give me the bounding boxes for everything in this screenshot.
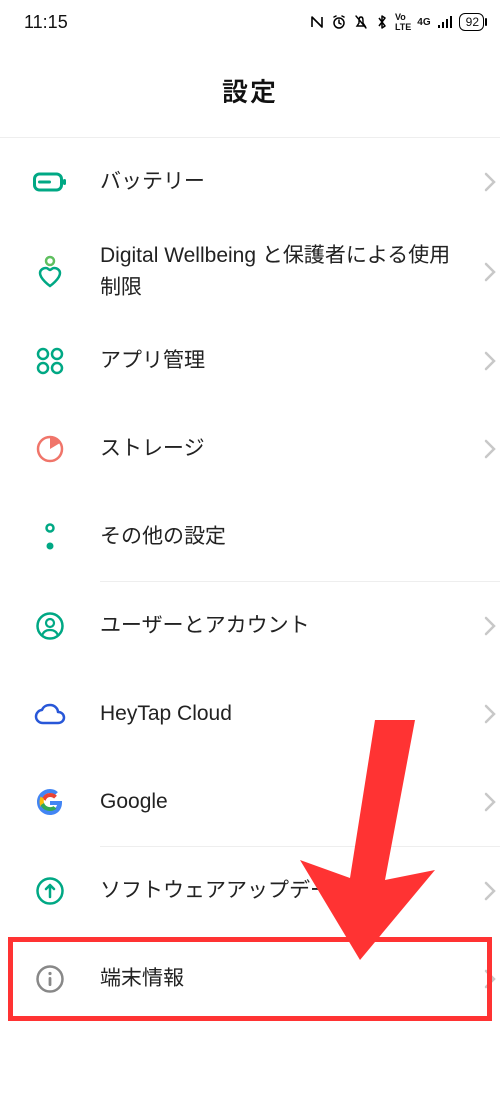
google-icon <box>36 788 64 816</box>
status-bar: 11:15 VoLTE 4G 92 <box>0 0 500 44</box>
signal-icon <box>437 15 453 29</box>
info-icon <box>35 964 65 994</box>
settings-item-app-management[interactable]: アプリ管理 <box>0 317 500 405</box>
chevron-right-icon <box>472 431 500 467</box>
settings-item-about-phone-wrapper: 端末情報 <box>0 935 500 1023</box>
settings-item-digital-wellbeing[interactable]: Digital Wellbeing と保護者による使用制限 <box>0 226 500 317</box>
chevron-right-icon <box>472 343 500 379</box>
settings-item-label: ソフトウェアアップデート <box>100 875 500 907</box>
battery-indicator: 92 <box>459 13 484 31</box>
settings-list: バッテリー Digital Wellbeing と保護者による使用制限 アプリ管… <box>0 138 500 1023</box>
status-time: 11:15 <box>24 12 68 33</box>
settings-item-label: Google <box>100 786 500 818</box>
chevron-right-icon <box>472 961 500 997</box>
chevron-right-icon <box>472 608 500 644</box>
settings-item-battery[interactable]: バッテリー <box>0 138 500 226</box>
settings-item-label: HeyTap Cloud <box>100 698 500 730</box>
settings-item-label: Digital Wellbeing と保護者による使用制限 <box>100 240 500 303</box>
mute-icon <box>353 14 369 30</box>
chevron-right-icon <box>472 164 500 200</box>
settings-item-label: ストレージ <box>100 433 500 465</box>
status-icons: VoLTE 4G 92 <box>309 12 484 32</box>
nfc-icon <box>309 14 325 30</box>
settings-item-software-update[interactable]: ソフトウェアアップデート <box>0 847 500 935</box>
chevron-right-icon <box>472 696 500 732</box>
bluetooth-icon <box>375 14 389 30</box>
user-account-icon <box>35 611 65 641</box>
chevron-right-icon <box>472 784 500 820</box>
apps-icon <box>36 347 64 375</box>
page-header: 設定 <box>0 44 500 137</box>
settings-item-about-phone[interactable]: 端末情報 <box>0 935 500 1023</box>
settings-item-other[interactable]: その他の設定 <box>0 493 500 581</box>
settings-item-label: 端末情報 <box>100 963 500 995</box>
settings-item-label: その他の設定 <box>100 521 500 553</box>
cloud-icon <box>33 702 67 726</box>
other-settings-icon <box>41 522 59 552</box>
chevron-right-icon <box>472 873 500 909</box>
settings-item-heytap-cloud[interactable]: HeyTap Cloud <box>0 670 500 758</box>
alarm-icon <box>331 14 347 30</box>
storage-icon <box>35 434 65 464</box>
settings-item-users-accounts[interactable]: ユーザーとアカウント <box>0 582 500 670</box>
settings-item-storage[interactable]: ストレージ <box>0 405 500 493</box>
volte-icon: VoLTE <box>395 12 411 32</box>
settings-item-google[interactable]: Google <box>0 758 500 846</box>
settings-item-label: アプリ管理 <box>100 345 500 377</box>
settings-item-label: ユーザーとアカウント <box>100 610 500 642</box>
page-title: 設定 <box>0 72 500 109</box>
settings-item-label: バッテリー <box>100 166 500 198</box>
network-4g-label: 4G <box>417 17 430 28</box>
software-update-icon <box>35 876 65 906</box>
battery-icon <box>33 171 67 193</box>
chevron-right-icon <box>472 254 500 290</box>
wellbeing-icon <box>36 255 64 289</box>
